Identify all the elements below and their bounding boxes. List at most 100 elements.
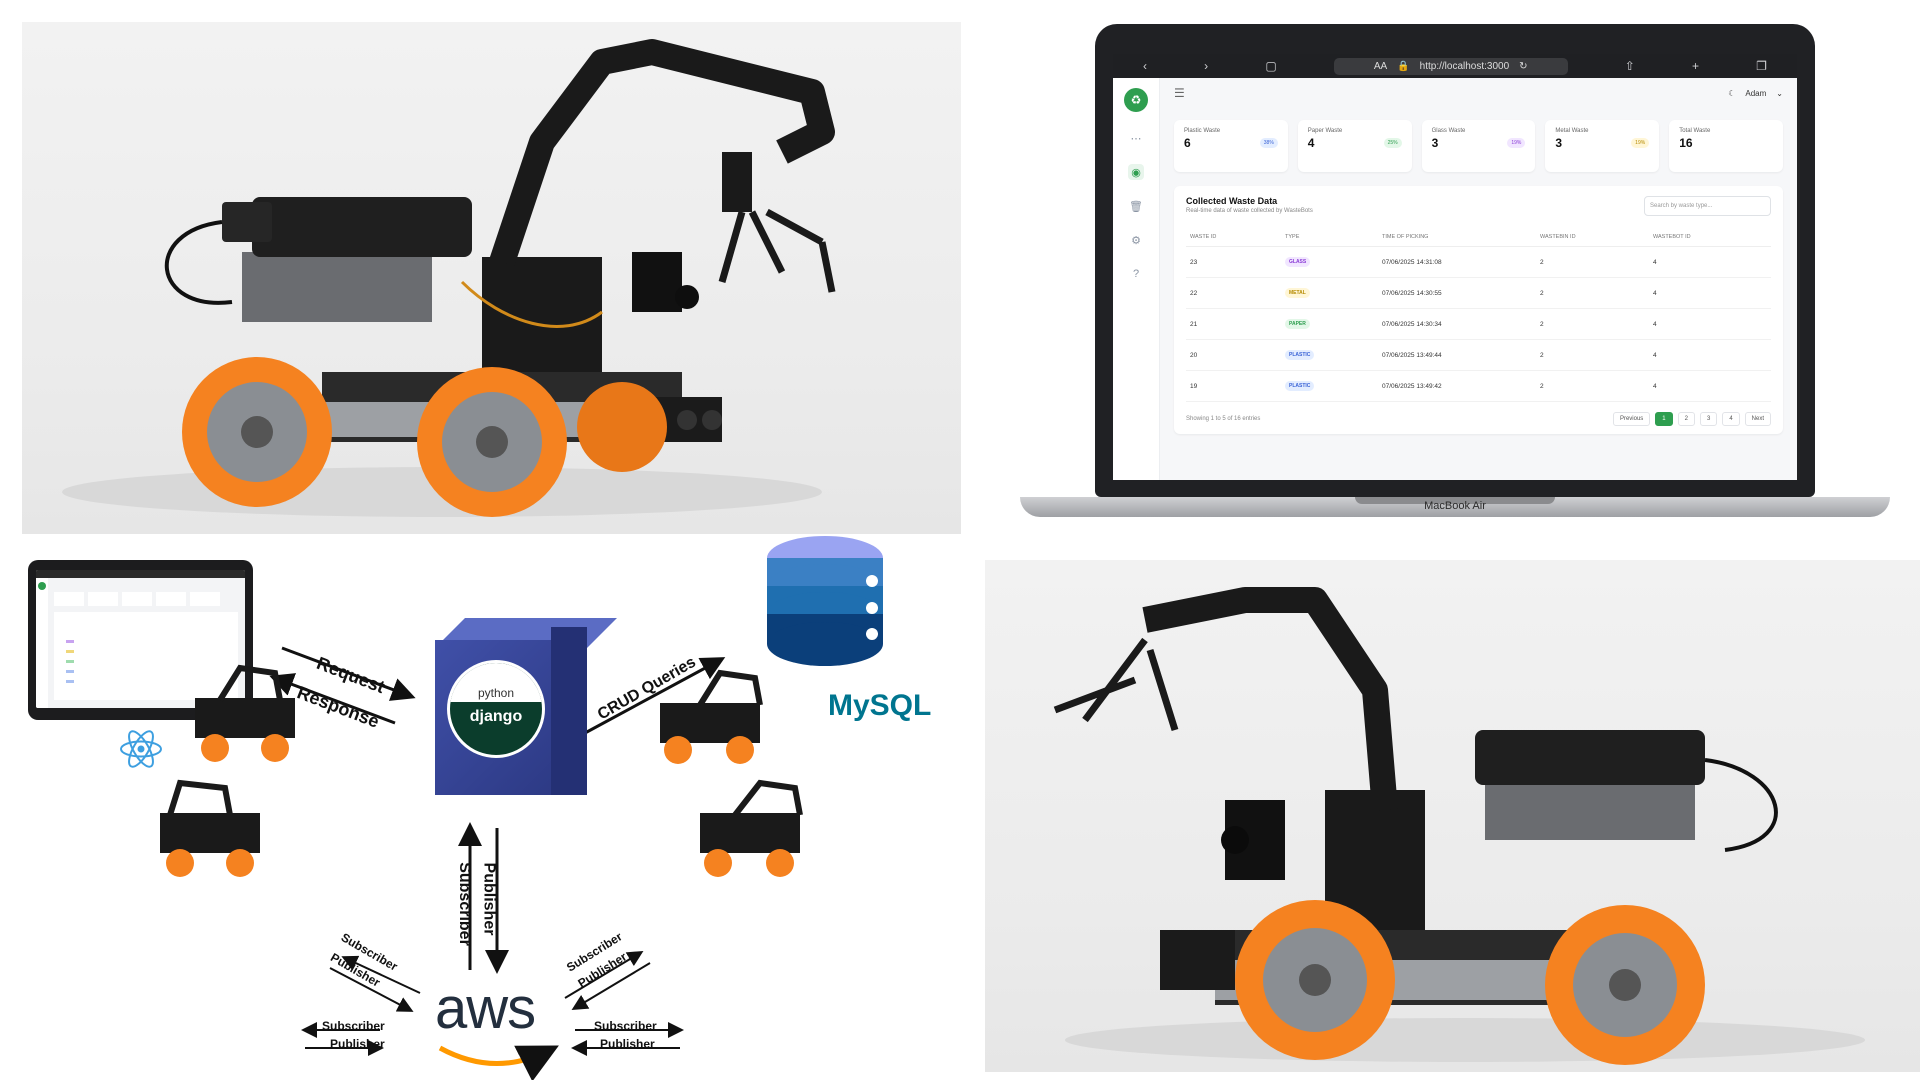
type-cell: GLASS	[1285, 257, 1382, 267]
help-icon[interactable]: ?	[1128, 266, 1144, 282]
ll-subscriber-label: Subscriber	[322, 1019, 385, 1033]
ll-publisher-label: Publisher	[330, 1037, 385, 1051]
stat-card-label: Paper Waste	[1307, 128, 1343, 134]
laptop-base: MacBook Air	[1020, 497, 1890, 517]
sidebar: ♻ ⋯ ◉ 🗑 ⚙ ?	[1113, 78, 1160, 480]
user-menu[interactable]: ☾ Adam ⌄	[1728, 89, 1783, 98]
wastebin-id-cell: 2	[1540, 258, 1544, 266]
type-cell: METAL	[1285, 288, 1382, 298]
type-cell: PLASTIC	[1285, 381, 1382, 391]
lr-publisher-label: Publisher	[600, 1037, 655, 1051]
page-button[interactable]: Next	[1744, 412, 1771, 426]
waste-id-cell: 20	[1190, 351, 1198, 359]
stat-card-label: Plastic Waste	[1184, 128, 1221, 134]
laptop: ‹ › ▢ AA 🔒 http://localhost:3000 ↻ ⇧ + ❐…	[1095, 24, 1815, 497]
table-footer: Showing 1 to 5 of 16 entries Previous 1 2 3…	[1186, 412, 1771, 426]
aws-logo: aws	[435, 975, 536, 1042]
vertical-publisher-label: Publisher	[480, 862, 498, 936]
column-header: WASTEBIN ID	[1540, 234, 1576, 240]
back-icon[interactable]: ‹	[1143, 59, 1147, 73]
table-row[interactable]: 19 PLASTIC 07/06/2025 13:49:42 2 4	[1186, 371, 1771, 402]
type-cell: PAPER	[1285, 319, 1382, 329]
lr-subscriber-label: Subscriber	[594, 1019, 657, 1033]
table-header: WASTE ID TYPE TIME OF PICKING WASTEBIN ID WA…	[1186, 228, 1771, 247]
menu-icon[interactable]: ☰	[1174, 86, 1185, 100]
url-prefix: AA	[1373, 60, 1388, 72]
type-badge: PLASTIC	[1285, 381, 1315, 391]
stat-card: Paper Waste 4 25%	[1297, 120, 1412, 172]
laptop-screen: ‹ › ▢ AA 🔒 http://localhost:3000 ↻ ⇧ + ❐…	[1113, 54, 1797, 480]
dashboard-app: ♻ ⋯ ◉ 🗑 ⚙ ? ☰ ☾ Adam ⌄ Plastic Waste 6 38%…	[1113, 78, 1797, 480]
page-button[interactable]: 4	[1722, 412, 1740, 426]
waste-id-cell: 23	[1190, 258, 1198, 266]
robot-icon[interactable]: ⚙	[1128, 232, 1144, 248]
stat-card-badge: 25%	[1383, 138, 1402, 148]
type-cell: PLASTIC	[1285, 350, 1382, 360]
django-label: django	[469, 707, 523, 725]
wastebin-id-cell: 2	[1540, 351, 1544, 359]
new-tab-icon[interactable]: +	[1692, 59, 1699, 73]
trash-icon[interactable]: 🗑	[1128, 198, 1144, 214]
stat-card-label: Total Waste	[1679, 128, 1711, 134]
entries-info: Showing 1 to 5 of 16 entries	[1186, 416, 1261, 422]
wastebot-id-cell: 4	[1653, 351, 1657, 359]
page-button[interactable]: Previous	[1612, 412, 1651, 426]
wastebin-id-cell: 2	[1540, 382, 1544, 390]
page-button[interactable]: 2	[1677, 412, 1695, 426]
stat-card-badge: 19%	[1507, 138, 1526, 148]
server-side	[551, 627, 587, 795]
stat-card-label: Metal Waste	[1555, 128, 1589, 134]
wastebot-id-cell: 4	[1653, 289, 1657, 297]
time-cell: 07/06/2025 14:30:55	[1382, 289, 1442, 297]
type-badge: METAL	[1285, 288, 1310, 298]
table-row[interactable]: 23 GLASS 07/06/2025 14:31:08 2 4	[1186, 247, 1771, 278]
type-badge: GLASS	[1285, 257, 1311, 267]
page-button[interactable]: 3	[1699, 412, 1718, 426]
stat-card: Metal Waste 3 19%	[1545, 120, 1660, 172]
time-cell: 07/06/2025 13:49:44	[1382, 351, 1442, 359]
wastebot-id-cell: 4	[1653, 320, 1657, 328]
wastebin-id-cell: 2	[1540, 320, 1544, 328]
python-django-logo: python django	[447, 660, 545, 758]
wastebot-id-cell: 4	[1653, 382, 1657, 390]
wastebot-id-cell: 4	[1653, 258, 1657, 266]
table-row[interactable]: 22 METAL 07/06/2025 14:30:55 2 4	[1186, 278, 1771, 309]
dashboard-icon[interactable]: ◉	[1128, 164, 1144, 180]
stat-card: Glass Waste 3 19%	[1421, 120, 1536, 172]
stat-card: Total Waste 16	[1669, 120, 1783, 172]
laptop-brand: MacBook Air	[1424, 500, 1486, 512]
type-badge: PAPER	[1285, 319, 1310, 329]
forward-icon[interactable]: ›	[1204, 59, 1208, 73]
topbar: ☰ ☾ Adam ⌄	[1174, 78, 1783, 108]
recycle-logo-icon[interactable]: ♻	[1124, 88, 1148, 112]
column-header: TIME OF PICKING	[1382, 234, 1429, 240]
type-badge: PLASTIC	[1285, 350, 1315, 360]
reader-icon[interactable]: ▢	[1265, 59, 1276, 73]
page-button[interactable]: 1	[1655, 412, 1673, 426]
time-cell: 07/06/2025 13:49:42	[1382, 382, 1442, 390]
table-row[interactable]: 20 PLASTIC 07/06/2025 13:49:44 2 4	[1186, 340, 1771, 371]
stat-cards: Plastic Waste 6 38% Paper Waste 4 25% Glass Wa…	[1174, 120, 1783, 172]
waste-id-cell: 22	[1190, 289, 1198, 297]
search-input[interactable]: Search by waste type...	[1644, 196, 1771, 216]
share-icon[interactable]: ⇧	[1625, 59, 1635, 73]
tabs-icon[interactable]: ❐	[1756, 59, 1767, 73]
waste-id-cell: 21	[1190, 320, 1198, 328]
vertical-subscriber-label: Subscriber	[455, 862, 473, 946]
user-name: Adam	[1745, 88, 1767, 98]
waste-table-card: Collected Waste Data Real-time data of w…	[1174, 186, 1783, 434]
chevron-down-icon: ⌄	[1776, 88, 1783, 98]
time-cell: 07/06/2025 14:30:34	[1382, 320, 1442, 328]
address-bar[interactable]: AA 🔒 http://localhost:3000 ↻	[1333, 57, 1568, 75]
column-header: TYPE	[1285, 234, 1300, 240]
stat-card: Plastic Waste 6 38%	[1174, 120, 1288, 172]
more-icon[interactable]: ⋯	[1128, 130, 1144, 146]
reload-icon[interactable]: ↻	[1519, 61, 1527, 72]
table-row[interactable]: 21 PAPER 07/06/2025 14:30:34 2 4	[1186, 309, 1771, 340]
browser-toolbar: ‹ › ▢ AA 🔒 http://localhost:3000 ↻ ⇧ + ❐	[1113, 54, 1797, 78]
wastebin-id-cell: 2	[1540, 289, 1544, 297]
stat-card-badge: 19%	[1631, 138, 1650, 148]
column-header: WASTEBOT ID	[1653, 234, 1691, 240]
moon-icon[interactable]: ☾	[1728, 89, 1735, 98]
stat-card-label: Glass Waste	[1431, 128, 1466, 134]
